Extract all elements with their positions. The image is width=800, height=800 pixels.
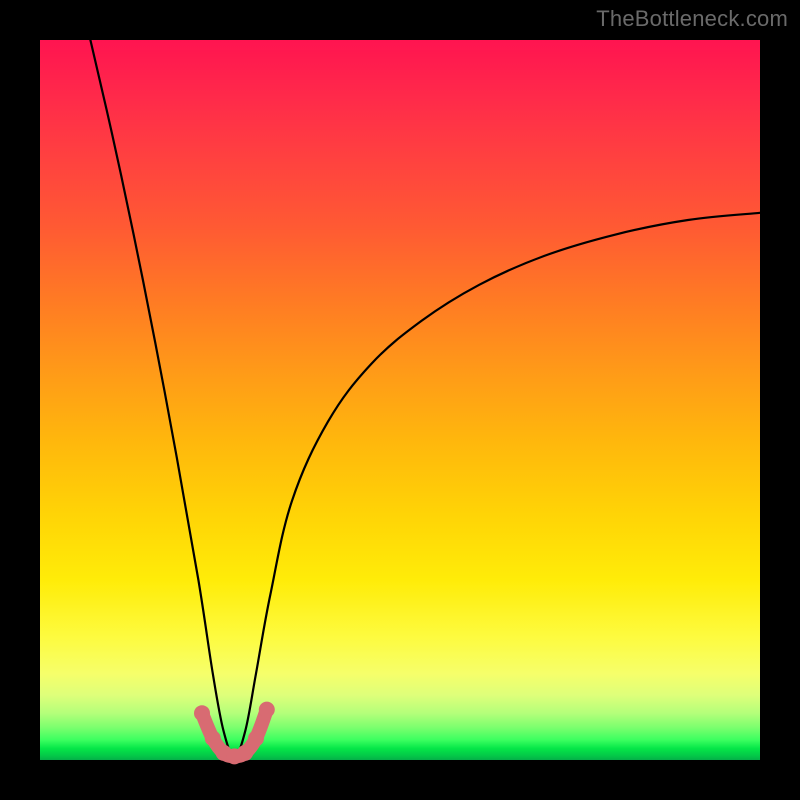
watermark-text: TheBottleneck.com <box>596 6 788 32</box>
accent-dot <box>259 702 275 718</box>
bottleneck-curve <box>90 40 760 756</box>
curve-svg <box>40 40 760 760</box>
chart-frame: TheBottleneck.com <box>0 0 800 800</box>
accent-dot <box>194 705 210 721</box>
plot-area <box>40 40 760 760</box>
accent-dot <box>237 745 253 761</box>
accent-dot <box>205 730 221 746</box>
accent-dot <box>248 730 264 746</box>
